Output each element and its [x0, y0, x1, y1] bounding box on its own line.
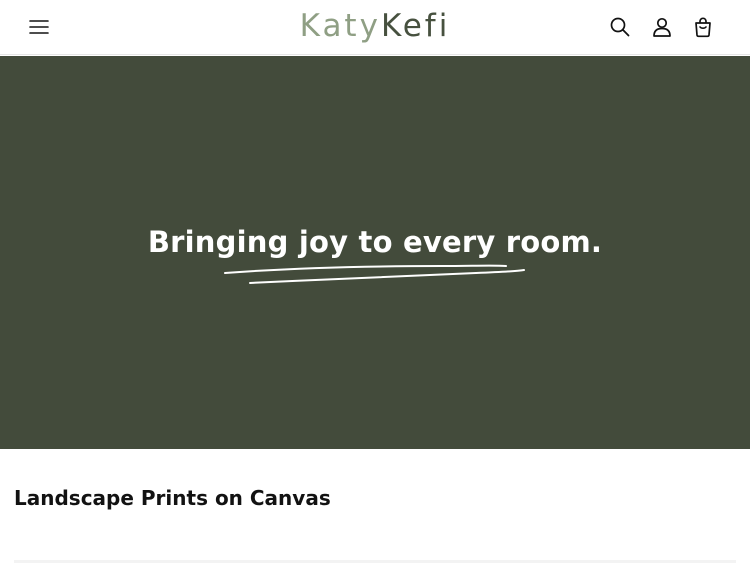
- cart-icon: [695, 17, 711, 38]
- menu-button[interactable]: [24, 12, 54, 42]
- logo-katy-text[interactable]: Katy: [300, 8, 381, 44]
- site-logo: KatyKefi: [0, 4, 750, 48]
- site-header: KatyKefi: [0, 0, 750, 55]
- cart-button[interactable]: [688, 12, 718, 42]
- search-icon: [610, 17, 630, 37]
- hero-underline-decoration: [224, 264, 525, 284]
- hamburger-menu-icon: [29, 20, 49, 34]
- account-icon: [653, 17, 671, 37]
- account-button[interactable]: [647, 12, 677, 42]
- logo-kefi-text[interactable]: Kefi: [381, 8, 450, 44]
- search-button[interactable]: [605, 12, 635, 42]
- hero-banner: Bringing joy to every room.: [0, 56, 750, 449]
- collection-title: Landscape Prints on Canvas: [14, 486, 331, 510]
